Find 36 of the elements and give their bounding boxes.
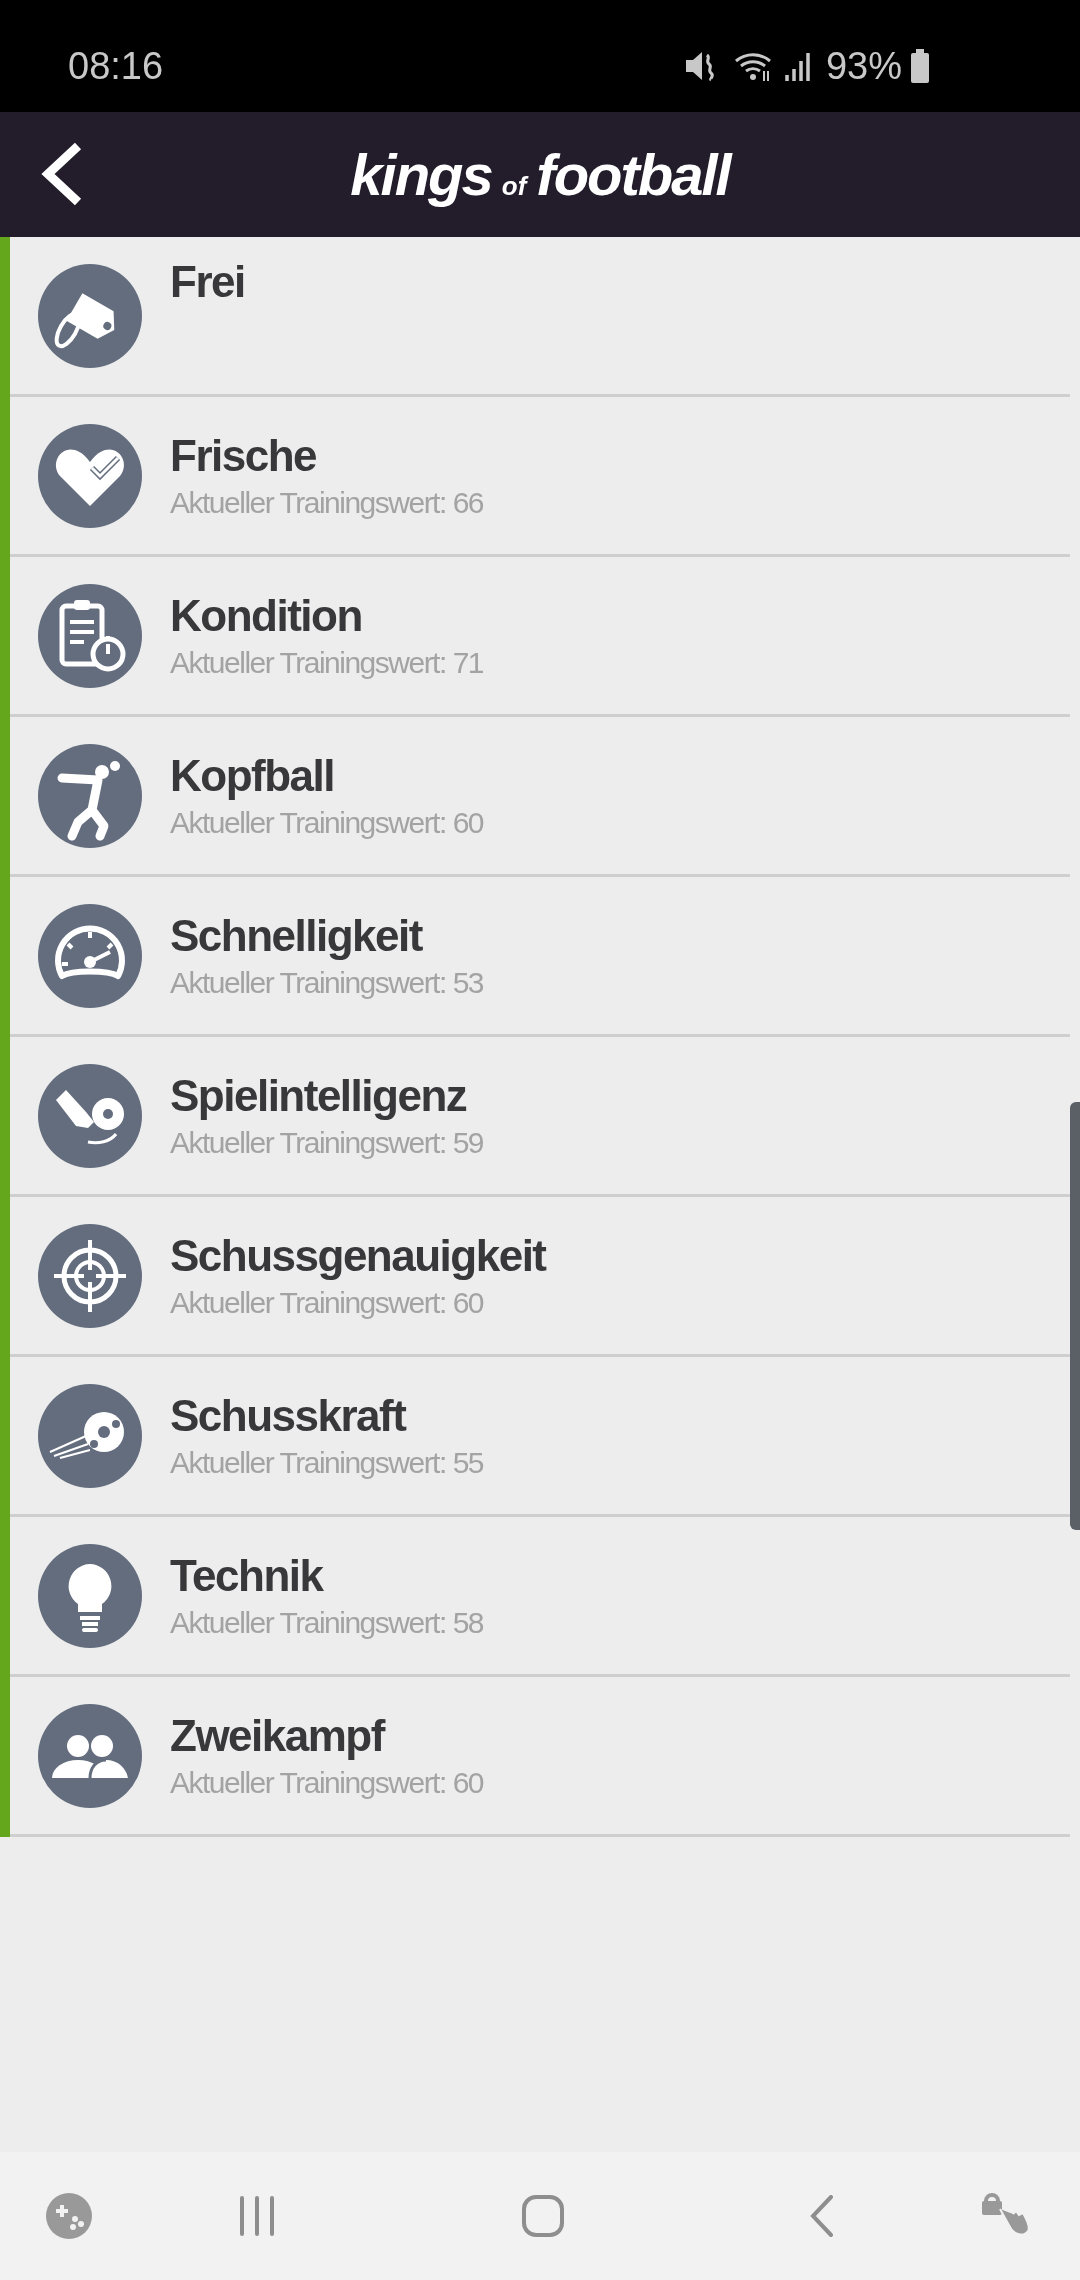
back-nav-icon[interactable] — [809, 2195, 835, 2237]
training-value: Aktueller Trainingswert: 66 — [170, 484, 483, 521]
light-bulb-icon — [38, 1543, 142, 1648]
item-title: Spielintelligenz — [170, 1069, 468, 1122]
item-title: Frische — [170, 429, 317, 482]
item-title: Schusskraft — [170, 1389, 407, 1442]
home-icon[interactable] — [522, 2195, 564, 2237]
item-title: Technik — [170, 1549, 325, 1602]
item-title: Frei — [170, 256, 245, 308]
app-logo: kings of football — [350, 141, 730, 209]
battery-percent: 93% — [825, 43, 902, 89]
item-title: Kondition — [170, 589, 363, 642]
training-value: Aktueller Trainingswert: 59 — [170, 1124, 483, 1161]
status-time: 08:16 — [68, 43, 164, 89]
training-value: Aktueller Trainingswert: 60 — [170, 1284, 485, 1321]
recent-apps-icon[interactable] — [237, 2196, 277, 2236]
crosshair-icon — [38, 1223, 142, 1328]
tag-icon — [38, 263, 142, 368]
training-value: Aktueller Trainingswert: 55 — [170, 1444, 483, 1481]
speedometer-icon — [38, 903, 142, 1008]
clipboard-stopwatch-icon — [38, 583, 142, 688]
training-value: Aktueller Trainingswert: 71 — [170, 644, 483, 681]
flying-ball-icon — [38, 1383, 142, 1488]
training-value: Aktueller Trainingswert: 60 — [170, 1764, 483, 1801]
game-tools-icon[interactable] — [46, 2193, 92, 2239]
training-value: Aktueller Trainingswert: 53 — [170, 964, 483, 1001]
header-player-icon — [38, 743, 142, 848]
boot-ball-icon — [38, 1063, 142, 1168]
item-title: Schussgenauigkeit — [170, 1229, 546, 1282]
training-value: Aktueller Trainingswert: 58 — [170, 1604, 483, 1641]
item-title: Kopfball — [170, 749, 335, 802]
item-title: Zweikampf — [170, 1709, 386, 1762]
item-title: Schnelligkeit — [170, 909, 424, 962]
training-value: Aktueller Trainingswert: 60 — [170, 804, 483, 841]
battery-icon — [910, 49, 930, 83]
two-people-icon — [38, 1703, 142, 1808]
